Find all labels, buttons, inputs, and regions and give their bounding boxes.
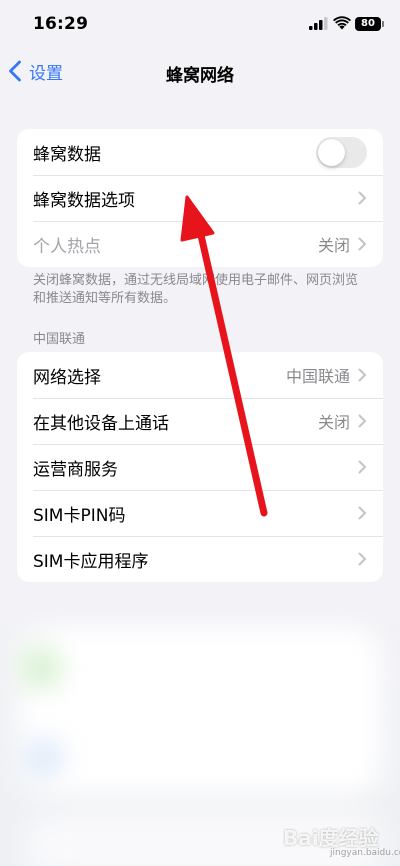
chevron-right-icon [358, 368, 367, 382]
cellular-footer-note: 关闭蜂窝数据，通过无线局域网使用电子邮件、网页浏览和推送通知等所有数据。 [33, 273, 359, 306]
watermark-url: jingyan.baidu.com [330, 848, 400, 858]
chevron-right-icon [358, 506, 367, 520]
sim-applications-label: SIM卡应用程序 [33, 551, 149, 572]
chevron-right-icon [358, 237, 367, 251]
blurred-icon [26, 740, 62, 776]
watermark-logo: Bai度经验 [283, 826, 379, 850]
personal-hotspot-value: 关闭 [317, 236, 350, 255]
network-selection-label: 网络选择 [33, 367, 101, 388]
carrier-group: 网络选择 中国联通 在其他设备上通话 关闭 运营商服务 SIM卡PIN码 SIM… [17, 352, 383, 582]
cellular-data-row: 蜂窝数据 [17, 129, 383, 175]
status-bar: 16:29 80 [0, 0, 400, 50]
chevron-right-icon [358, 460, 367, 474]
cellular-options-row[interactable]: 蜂窝数据选项 [17, 175, 383, 221]
calls-on-other-devices-label: 在其他设备上通话 [33, 413, 169, 434]
battery-icon: 80 [355, 17, 381, 31]
carrier-section-header: 中国联通 [33, 332, 86, 347]
carrier-services-row[interactable]: 运营商服务 [17, 444, 383, 490]
signal-icon [309, 17, 328, 30]
network-selection-row[interactable]: 网络选择 中国联通 [17, 352, 383, 398]
personal-hotspot-row[interactable]: 个人热点 关闭 [17, 221, 383, 267]
cellular-group: 蜂窝数据 蜂窝数据选项 个人热点 关闭 [17, 129, 383, 267]
network-selection-value: 中国联通 [285, 367, 350, 386]
sim-applications-row[interactable]: SIM卡应用程序 [17, 536, 383, 582]
wifi-icon [333, 16, 351, 30]
personal-hotspot-label: 个人热点 [33, 236, 101, 257]
cellular-data-label: 蜂窝数据 [33, 144, 101, 165]
chevron-right-icon [358, 552, 367, 566]
blurred-icon [22, 648, 60, 688]
toggle-knob [318, 138, 345, 166]
page-title: 蜂窝网络 [166, 66, 234, 86]
blurred-row [18, 626, 382, 796]
battery-cap [382, 21, 384, 27]
cellular-data-toggle[interactable] [316, 136, 367, 168]
chevron-right-icon [358, 414, 367, 428]
sim-pin-label: SIM卡PIN码 [33, 505, 126, 526]
sim-pin-row[interactable]: SIM卡PIN码 [17, 490, 383, 536]
status-time: 16:29 [33, 14, 89, 34]
calls-on-other-devices-row[interactable]: 在其他设备上通话 关闭 [17, 398, 383, 444]
chevron-right-icon [358, 191, 367, 205]
carrier-services-label: 运营商服务 [33, 459, 118, 480]
calls-on-other-devices-value: 关闭 [317, 413, 350, 432]
cellular-options-label: 蜂窝数据选项 [33, 190, 135, 211]
